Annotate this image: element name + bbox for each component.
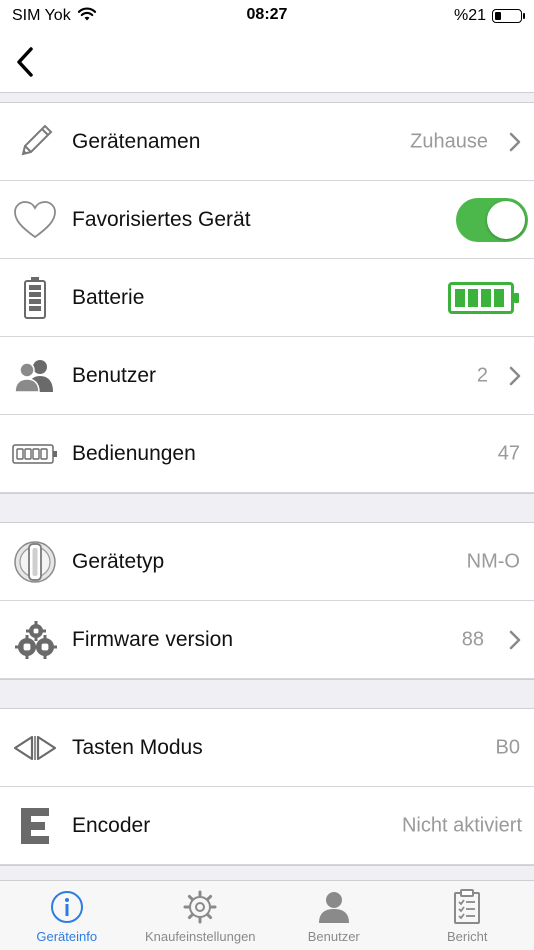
chevron-right-icon bbox=[509, 366, 521, 385]
user-icon bbox=[316, 889, 352, 925]
users-label: Benutzer bbox=[72, 363, 157, 387]
device-name-value: Zuhause bbox=[410, 130, 488, 152]
section-separator bbox=[0, 679, 534, 709]
row-favorite: Favorisiertes Gerät bbox=[0, 181, 534, 259]
battery-cell bbox=[494, 288, 504, 307]
row-battery: Batterie bbox=[0, 259, 534, 337]
device-type-value: NM-O bbox=[466, 550, 520, 572]
firmware-label: Firmware version bbox=[72, 627, 234, 651]
info-icon bbox=[49, 889, 85, 925]
row-button-mode: Tasten Modus B0 bbox=[0, 709, 534, 787]
counter-icon bbox=[12, 431, 58, 477]
button-mode-value: B0 bbox=[495, 736, 520, 758]
arrows-icon bbox=[12, 725, 58, 771]
favorite-toggle[interactable] bbox=[456, 197, 528, 242]
users-count: 2 bbox=[476, 364, 488, 386]
battery-percent: %21 bbox=[453, 7, 486, 24]
row-users[interactable]: Benutzer 2 bbox=[0, 337, 534, 415]
status-left: SIM Yok bbox=[12, 6, 97, 27]
section-separator bbox=[0, 493, 534, 523]
status-bar: SIM Yok 08:27 %21 bbox=[0, 0, 534, 32]
nav-bar bbox=[0, 32, 534, 92]
tab-device-info[interactable]: Geräteinfo bbox=[0, 881, 134, 950]
tab-bar: Geräteinfo Knaufeinstellungen Benutzer B… bbox=[0, 880, 534, 950]
button-mode-label: Tasten Modus bbox=[72, 735, 203, 759]
encoder-e-icon bbox=[12, 803, 58, 849]
gears-icon bbox=[12, 617, 58, 663]
firmware-value: 88 bbox=[461, 628, 484, 650]
device-type-label: Gerätetyp bbox=[72, 549, 165, 573]
battery-cell bbox=[455, 288, 465, 307]
device-name-label: Gerätenamen bbox=[72, 129, 201, 153]
knob-icon bbox=[12, 539, 58, 585]
clipboard-icon bbox=[449, 889, 485, 925]
section-separator bbox=[0, 92, 534, 103]
row-device-type: Gerätetyp NM-O bbox=[0, 523, 534, 601]
heart-icon bbox=[12, 197, 58, 243]
row-operations: Bedienungen 47 bbox=[0, 415, 534, 493]
section-separator bbox=[0, 865, 534, 880]
pencil-icon bbox=[12, 119, 58, 165]
gear-icon bbox=[182, 889, 218, 925]
battery-cell bbox=[481, 288, 491, 307]
battery-icon bbox=[12, 275, 58, 321]
battery-cell bbox=[468, 288, 478, 307]
status-right: %21 bbox=[453, 7, 525, 25]
users-icon bbox=[12, 353, 58, 399]
row-firmware[interactable]: Firmware version 88 bbox=[0, 601, 534, 679]
chevron-right-icon bbox=[509, 630, 521, 649]
tab-report[interactable]: Bericht bbox=[401, 881, 534, 950]
battery-label: Batterie bbox=[72, 285, 145, 309]
tab-label: Benutzer bbox=[307, 929, 360, 944]
row-encoder: Encoder Nicht aktiviert bbox=[0, 787, 534, 865]
back-button[interactable] bbox=[8, 42, 42, 82]
chevron-left-icon bbox=[17, 47, 33, 77]
toggle-knob bbox=[487, 200, 525, 239]
chevron-right-icon bbox=[509, 132, 521, 151]
favorite-label: Favorisiertes Gerät bbox=[72, 207, 251, 231]
carrier-label: SIM Yok bbox=[12, 7, 71, 24]
status-battery-icon bbox=[492, 9, 525, 23]
encoder-value: Nicht aktiviert bbox=[401, 814, 522, 836]
tab-label: Bericht bbox=[447, 929, 488, 944]
tab-label: Geräteinfo bbox=[36, 929, 98, 944]
encoder-label: Encoder bbox=[72, 813, 151, 837]
tab-users[interactable]: Benutzer bbox=[267, 881, 401, 950]
wifi-icon bbox=[77, 6, 97, 27]
operations-count: 47 bbox=[497, 442, 520, 464]
operations-label: Bedienungen bbox=[72, 441, 196, 465]
tab-knob-settings[interactable]: Knaufeinstellungen bbox=[134, 881, 268, 950]
row-device-name[interactable]: Gerätenamen Zuhause bbox=[0, 103, 534, 181]
tab-label: Knaufeinstellungen bbox=[144, 929, 256, 944]
battery-level-indicator bbox=[448, 281, 519, 314]
